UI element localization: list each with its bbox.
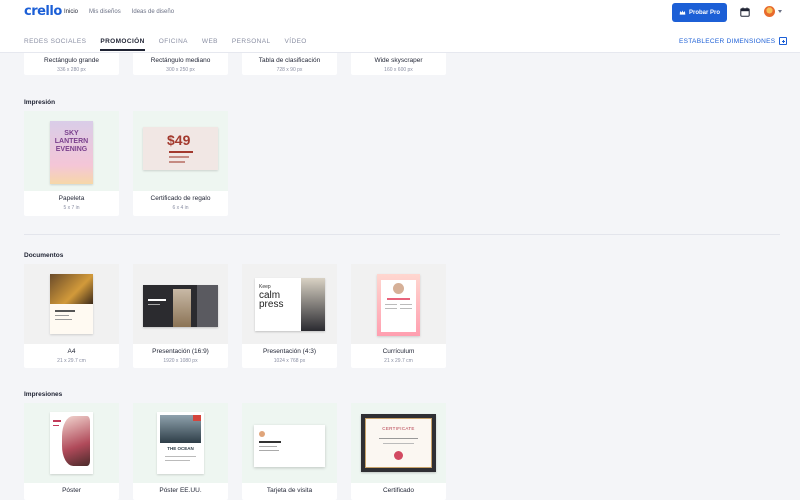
template-card-a4[interactable]: A4 21 x 29.7 cm [24, 264, 119, 368]
tab-personal[interactable]: PERSONAL [232, 38, 271, 51]
gift-card-preview: $49 [143, 127, 218, 170]
flyer-line: LANTERN [54, 138, 89, 145]
try-pro-label: Probar Pro [688, 9, 720, 16]
card-size: 728 x 90 px [276, 67, 303, 73]
card-thumbnail: Keep calm press [242, 264, 337, 344]
card-size: 1024 x 768 px [273, 358, 306, 364]
section-title-impresion: Impresión [24, 99, 56, 106]
flyer-preview: SKY LANTERN EVENING [50, 121, 93, 184]
top-bar: crello Inicio Mis diseños Ideas de diseñ… [0, 0, 800, 28]
card-thumbnail: THE OCEAN [133, 403, 228, 483]
card-size: 1920 x 1080 px [163, 358, 198, 364]
card-thumbnail [24, 403, 119, 483]
flyer-line: SKY [64, 130, 79, 137]
card-size: 6 x 4 in [172, 205, 189, 211]
card-label: Tarjeta de visita [266, 487, 313, 494]
card-label: Póster EE.UU. [159, 487, 202, 494]
template-card-certificado-regalo[interactable]: $49 Certificado de regalo 6 x 4 in [133, 111, 228, 216]
template-card-presentacion-4-3[interactable]: Keep calm press Presentación (4:3) 1024 … [242, 264, 337, 368]
set-dimensions-label: ESTABLECER DIMENSIONES [679, 37, 776, 45]
poster-title: THE OCEAN [167, 446, 194, 451]
card-thumbnail: SKY LANTERN EVENING [24, 111, 119, 191]
crown-icon [679, 10, 686, 15]
main-nav: Inicio Mis diseños Ideas de diseño [64, 9, 174, 15]
card-thumbnail [242, 403, 337, 483]
card-label: Wide skyscraper [374, 57, 423, 64]
template-card-certificado[interactable]: CERTIFICATE Certificado [351, 403, 446, 500]
template-card-rectangulo-mediano[interactable]: Rectángulo mediano 300 x 250 px [133, 53, 228, 75]
tab-oficina[interactable]: OFICINA [159, 38, 188, 51]
nav-ideas-de-diseno[interactable]: Ideas de diseño [132, 9, 174, 15]
card-thumbnail: $49 [133, 111, 228, 191]
card-label: Póster [62, 487, 81, 494]
calendar-icon[interactable] [740, 7, 750, 17]
card-label: Currículum [382, 348, 415, 355]
a4-preview [50, 274, 93, 334]
poster-preview: THE OCEAN [157, 412, 204, 474]
card-size: 21 x 29.7 cm [384, 358, 413, 364]
category-tabs-bar: REDES SOCIALES PROMOCIÓN OFICINA WEB PER… [0, 28, 800, 53]
card-size: 300 x 250 px [166, 67, 195, 73]
card-label: Presentación (4:3) [262, 348, 317, 355]
plus-icon [779, 37, 788, 45]
template-card-tarjeta-visita[interactable]: Tarjeta de visita [242, 403, 337, 500]
card-label: A4 [67, 348, 76, 355]
certificate-preview: CERTIFICATE [361, 414, 436, 472]
card-label: Papeleta [58, 195, 85, 202]
section-title-impresiones: Impresiones [24, 391, 63, 398]
template-card-curriculum[interactable]: Currículum 21 x 29.7 cm [351, 264, 446, 368]
resume-preview [377, 274, 420, 336]
card-label: Rectángulo grande [44, 57, 99, 64]
card-thumbnail: CERTIFICATE [351, 403, 446, 483]
template-card-rectangulo-grande[interactable]: Rectángulo grande 336 x 280 px [24, 53, 119, 75]
chevron-down-icon[interactable] [778, 10, 782, 13]
certificate-title: CERTIFICATE [382, 426, 415, 431]
poster-preview [50, 412, 93, 474]
slide-preview [143, 285, 218, 327]
template-card-poster[interactable]: Póster [24, 403, 119, 500]
card-size: 160 x 600 px [384, 67, 413, 73]
set-dimensions-button[interactable]: ESTABLECER DIMENSIONES [679, 37, 788, 45]
business-card-preview [254, 425, 325, 467]
card-thumbnail [24, 264, 119, 344]
section-divider [24, 234, 780, 235]
slide-preview: Keep calm press [255, 278, 325, 331]
card-thumbnail [133, 264, 228, 344]
card-size: 5 x 7 in [63, 205, 80, 211]
nav-mis-disenos[interactable]: Mis diseños [89, 9, 121, 15]
card-label: Certificado [382, 487, 415, 494]
tab-video[interactable]: VÍDEO [285, 38, 307, 51]
user-avatar[interactable] [764, 6, 775, 17]
crello-logo[interactable]: crello [24, 4, 62, 19]
card-label: Certificado de regalo [150, 195, 211, 202]
card-size: 336 x 280 px [57, 67, 86, 73]
category-tabs: REDES SOCIALES PROMOCIÓN OFICINA WEB PER… [24, 38, 307, 51]
template-card-wide-skyscraper[interactable]: Wide skyscraper 160 x 600 px [351, 53, 446, 75]
template-card-tabla-clasificacion[interactable]: Tabla de clasificación 728 x 90 px [242, 53, 337, 75]
slide-line: press [259, 299, 284, 310]
template-card-poster-eeuu[interactable]: THE OCEAN Póster EE.UU. [133, 403, 228, 500]
tab-redes-sociales[interactable]: REDES SOCIALES [24, 38, 86, 51]
section-title-documentos: Documentos [24, 252, 64, 259]
card-size: 21 x 29.7 cm [57, 358, 86, 364]
flyer-line: EVENING [55, 146, 88, 153]
tab-promocion[interactable]: PROMOCIÓN [100, 38, 145, 51]
gift-price: $49 [167, 132, 191, 148]
card-label: Rectángulo mediano [150, 57, 211, 64]
tab-web[interactable]: WEB [202, 38, 218, 51]
card-label: Tabla de clasificación [258, 57, 321, 64]
template-card-papeleta[interactable]: SKY LANTERN EVENING Papeleta 5 x 7 in [24, 111, 119, 216]
card-thumbnail [351, 264, 446, 344]
nav-inicio[interactable]: Inicio [64, 9, 78, 15]
card-label: Presentación (16:9) [152, 348, 209, 355]
template-card-presentacion-16-9[interactable]: Presentación (16:9) 1920 x 1080 px [133, 264, 228, 368]
try-pro-button[interactable]: Probar Pro [672, 3, 727, 22]
